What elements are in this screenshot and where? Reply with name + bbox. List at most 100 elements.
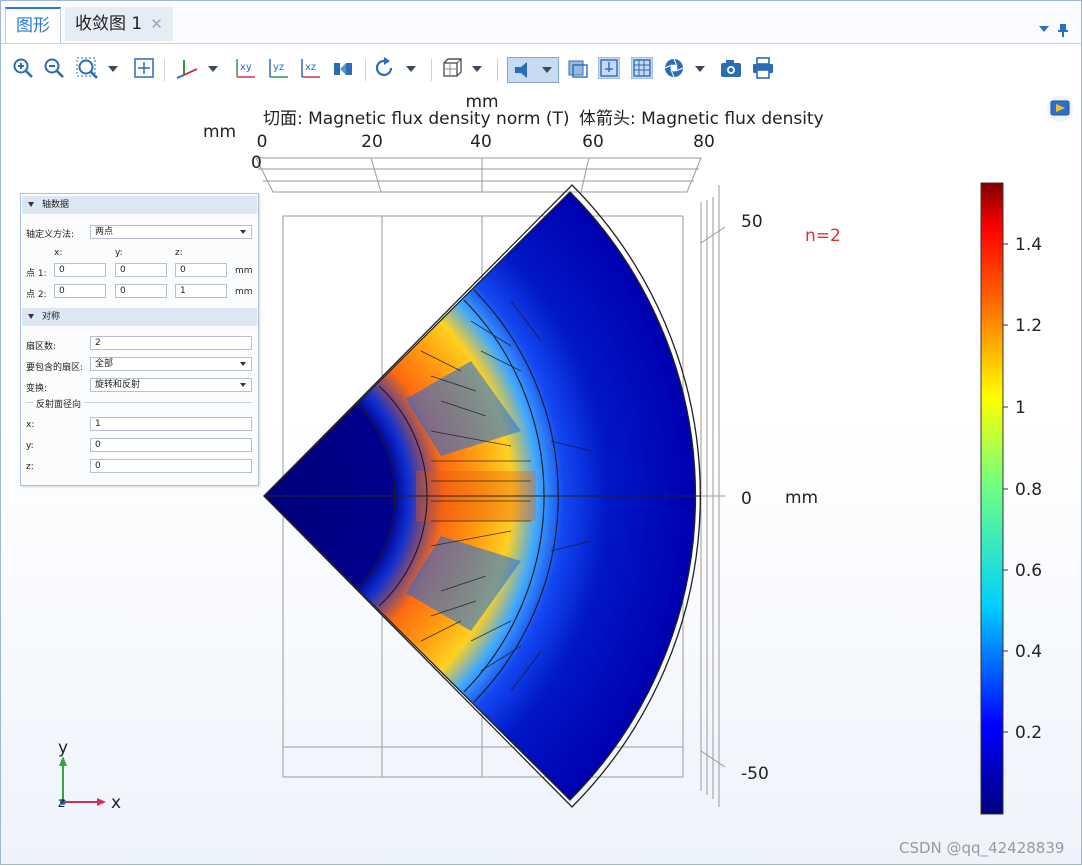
view-xz-icon[interactable]: xz — [300, 57, 322, 79]
colorbar-tick: 1.2 — [1015, 316, 1042, 336]
transparency-icon[interactable] — [567, 57, 589, 79]
reflect-z-value: 0 — [95, 461, 101, 471]
tab-convergence-label: 收敛图 1 — [75, 14, 143, 34]
point2-x-value: 0 — [59, 286, 65, 296]
close-icon[interactable]: ✕ — [150, 15, 163, 33]
col-x-header: x: — [54, 248, 63, 258]
y-tick: 0 — [741, 489, 752, 509]
aperture-icon[interactable] — [663, 57, 685, 79]
camera-dropdown-icon[interactable] — [695, 66, 705, 72]
x-axis-ticks: 0 20 40 60 80 — [257, 132, 715, 152]
light-dropdown-icon[interactable] — [542, 67, 552, 73]
x-tick: 80 — [693, 132, 715, 152]
point2-x-field[interactable]: 0 — [54, 284, 106, 298]
reflect-z-field[interactable]: 0 — [90, 459, 252, 473]
reflect-x-field[interactable]: 1 — [90, 417, 252, 431]
render-dropdown-icon[interactable] — [472, 66, 482, 72]
reflect-z-label: z: — [26, 462, 34, 472]
zoom-in-icon[interactable] — [12, 57, 34, 79]
z-axis-unit: mm — [203, 122, 236, 142]
tab-graphics[interactable]: 图形 — [5, 7, 61, 43]
scene-light-button[interactable] — [507, 57, 559, 83]
transform-select[interactable]: 旋转和反射 — [90, 378, 252, 392]
colorbar-tick: 0.4 — [1015, 642, 1042, 662]
collapse-icon — [28, 202, 34, 207]
axis-method-value: 两点 — [95, 227, 114, 237]
tab-convergence-plot[interactable]: 收敛图 1 ✕ — [65, 7, 173, 41]
collapse-icon — [28, 314, 34, 319]
point2-z-value: 1 — [180, 286, 186, 296]
watermark: CSDN @qq_42428839 — [899, 839, 1065, 857]
reflect-group-label: 反射面径向 — [33, 397, 85, 410]
view-dropdown-icon[interactable] — [208, 66, 218, 72]
zoom-extents-icon[interactable] — [133, 57, 155, 79]
annotation-n: n=2 — [805, 226, 841, 246]
view-down-axis-icon[interactable] — [332, 57, 354, 79]
section-header-symmetry[interactable]: 对称 — [22, 308, 257, 326]
include-sectors-label: 要包含的扇区: — [26, 363, 84, 373]
graphics-window: 图形 收敛图 1 ✕ xy yz xz mm 切面: Magnetic flux… — [0, 0, 1082, 865]
point2-z-field[interactable]: 1 — [175, 284, 227, 298]
axis-triad: y x z — [58, 738, 121, 813]
tab-bar: 图形 收敛图 1 ✕ — [1, 1, 1081, 44]
pin-icon[interactable] — [1058, 24, 1068, 37]
point2-label: 点 2: — [26, 290, 47, 300]
wireframe-icon[interactable] — [441, 57, 463, 79]
point1-x-field[interactable]: 0 — [54, 263, 106, 277]
section-symmetry-label: 对称 — [42, 312, 61, 322]
print-icon[interactable] — [752, 57, 774, 79]
camera-icon[interactable] — [720, 57, 742, 79]
colorbar-tick: 0.6 — [1015, 561, 1042, 581]
section-header-axis[interactable]: 轴数据 — [22, 196, 257, 214]
view-xy-icon[interactable]: xy — [235, 57, 257, 79]
colorbar-tick: 1 — [1015, 398, 1026, 418]
x-tick: 0 — [257, 132, 268, 152]
y-tick: 50 — [741, 212, 763, 232]
point1-y-field[interactable]: 0 — [115, 263, 167, 277]
svg-text:yz: yz — [273, 62, 284, 73]
transform-label: 变换: — [26, 384, 48, 394]
field-sector — [263, 184, 701, 808]
rotate-dropdown-icon[interactable] — [406, 66, 416, 72]
y-axis-ticks: 50 0 -50 — [741, 212, 769, 784]
sectors-field[interactable]: 2 — [90, 336, 252, 350]
colorbar-tick: 0.8 — [1015, 480, 1042, 500]
reflect-y-field[interactable]: 0 — [90, 438, 252, 452]
include-sectors-value: 全部 — [95, 359, 114, 369]
point2-y-field[interactable]: 0 — [115, 284, 167, 298]
reflect-x-label: x: — [26, 420, 35, 430]
z-tick: 0 — [251, 153, 262, 173]
triad-z-label: z — [58, 796, 65, 811]
triad-y-label: y — [58, 738, 68, 758]
sectors-value: 2 — [95, 338, 101, 348]
reflect-y-value: 0 — [95, 440, 101, 450]
point1-z-field[interactable]: 0 — [175, 263, 227, 277]
reflect-x-value: 1 — [95, 419, 101, 429]
svg-text:xz: xz — [305, 62, 316, 73]
show-grid-icon[interactable] — [631, 57, 653, 79]
x-tick: 40 — [470, 132, 492, 152]
section-axis-label: 轴数据 — [42, 200, 70, 210]
comsol-logo-icon — [1047, 96, 1073, 122]
point1-z-value: 0 — [180, 265, 186, 275]
window-controls — [1039, 24, 1068, 37]
show-grid-axis-icon[interactable] — [598, 57, 620, 79]
light-icon — [515, 62, 527, 78]
view-menu-icon[interactable] — [1039, 26, 1049, 32]
x-tick: 20 — [361, 132, 383, 152]
x-tick: 60 — [582, 132, 604, 152]
colorbar-tick: 0.2 — [1015, 723, 1042, 743]
include-sectors-select[interactable]: 全部 — [90, 357, 252, 371]
view-axes-icon[interactable] — [176, 57, 198, 79]
colorbar-gradient — [980, 182, 1004, 815]
grid-lines — [255, 157, 726, 807]
rotate-icon[interactable] — [374, 57, 396, 79]
point2-unit: mm — [235, 287, 253, 297]
axis-method-select[interactable]: 两点 — [90, 225, 252, 239]
axis-settings-panel: 轴数据 轴定义方法: 两点 x: y: z: 点 1: 0 0 0 mm 点 2… — [20, 193, 259, 486]
zoom-box-icon[interactable] — [76, 57, 98, 79]
zoom-out-icon[interactable] — [43, 57, 65, 79]
plot-title-arrow: 体箭头: Magnetic flux density — [579, 109, 824, 129]
zoom-dropdown-icon[interactable] — [108, 66, 118, 72]
view-yz-icon[interactable]: yz — [268, 57, 290, 79]
